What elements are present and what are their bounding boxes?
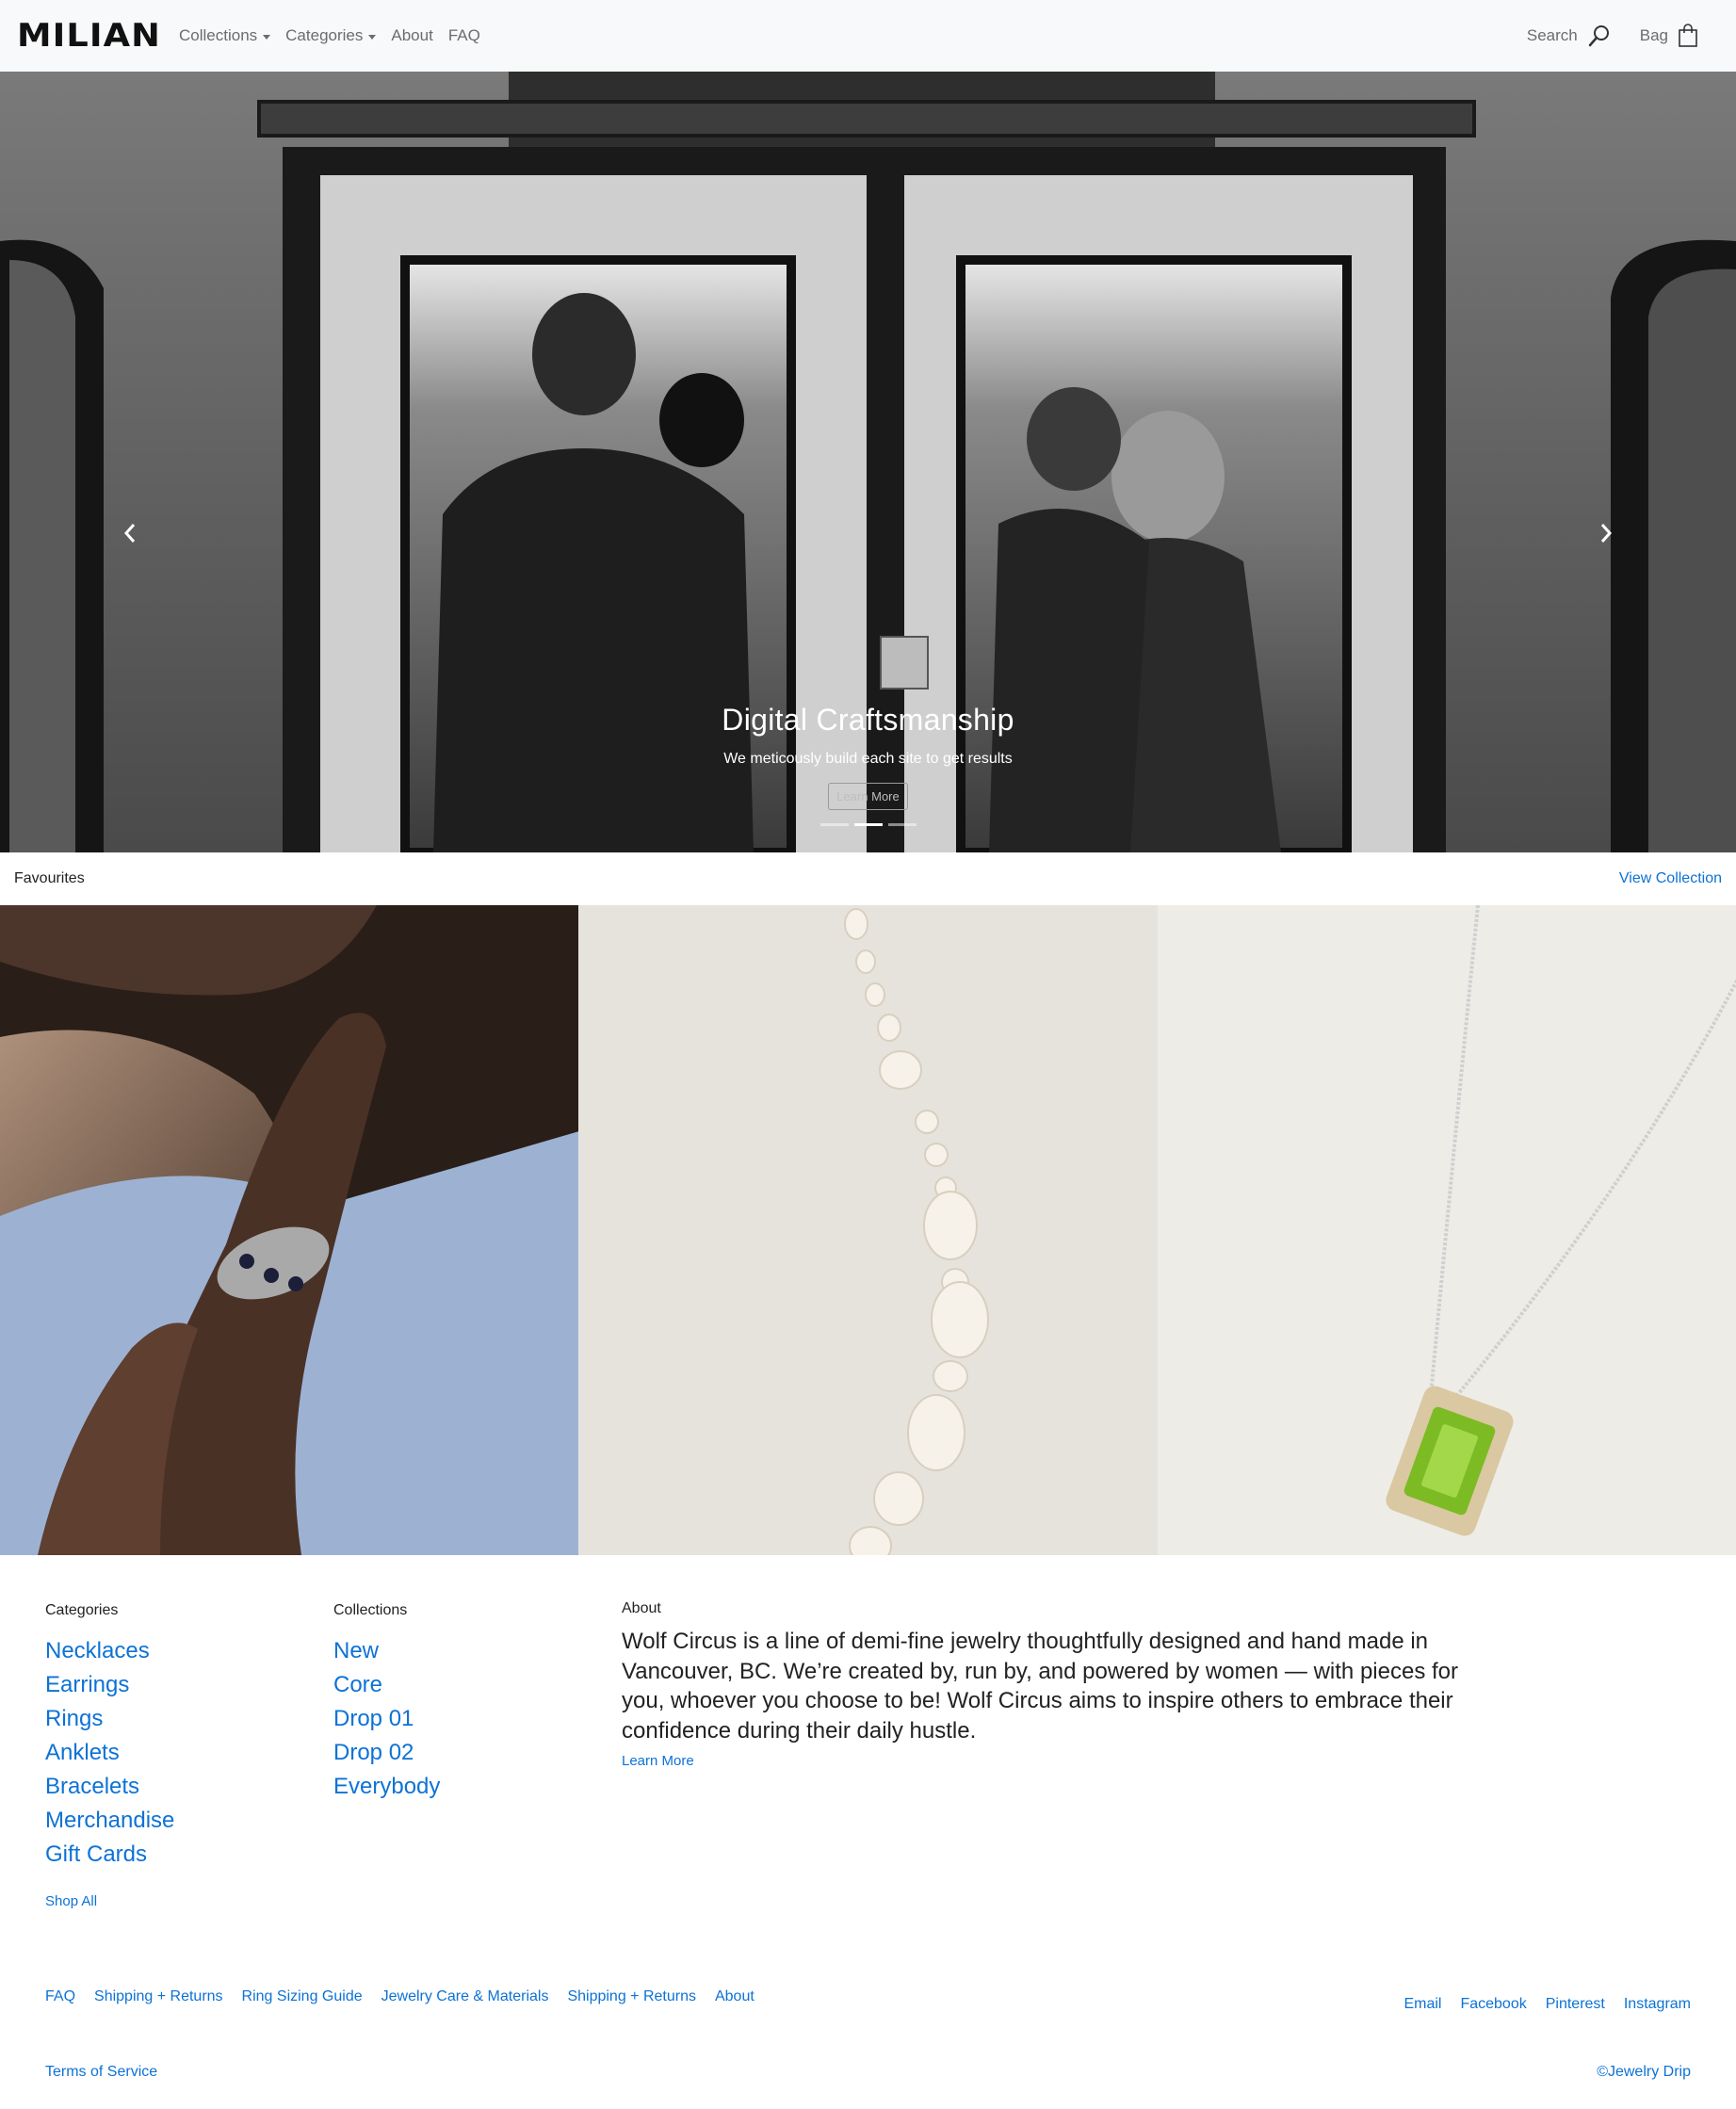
hero-title: Digital Craftsmanship	[722, 703, 1014, 737]
site-footer: Categories Necklaces Earrings Rings Ankl…	[0, 1555, 1736, 2109]
about-learn-more-link[interactable]: Learn More	[622, 1753, 694, 1769]
favourites-title: Favourites	[14, 870, 85, 886]
footer-collection-drop-01[interactable]: Drop 01	[333, 1702, 440, 1736]
product-image-pearl-necklace[interactable]	[578, 905, 1158, 1555]
carousel-indicator-2[interactable]	[853, 823, 883, 826]
social-email-link[interactable]: Email	[1403, 1996, 1441, 2013]
footer-about-text: Wolf Circus is a line of demi-fine jewel…	[622, 1629, 1458, 1744]
caret-down-icon	[263, 34, 271, 40]
favourites-gallery	[0, 905, 1736, 1555]
footer-category-necklaces[interactable]: Necklaces	[45, 1634, 174, 1668]
top-navbar: MILIAN Collections Categories About FAQ …	[0, 0, 1736, 72]
carousel-indicator-1[interactable]	[819, 823, 849, 826]
nav-categories-dropdown[interactable]: Categories	[285, 26, 377, 45]
footer-social-links: Email Facebook Pinterest Instagram	[1403, 1996, 1691, 2013]
footer-collection-new[interactable]: New	[333, 1634, 440, 1668]
footer-category-bracelets[interactable]: Bracelets	[45, 1770, 174, 1804]
carousel-indicators	[0, 823, 1736, 826]
carousel-prev-button[interactable]	[111, 514, 149, 552]
nav-collections-dropdown[interactable]: Collections	[179, 26, 271, 45]
search-label: Search	[1526, 26, 1578, 44]
shopping-bag-icon	[1679, 24, 1697, 47]
footer-category-anklets[interactable]: Anklets	[45, 1736, 174, 1770]
nav-about-link[interactable]: About	[391, 26, 432, 45]
footer-collections-list: New Core Drop 01 Drop 02 Everybody	[333, 1634, 440, 1804]
footer-category-earrings[interactable]: Earrings	[45, 1668, 174, 1702]
footer-category-rings[interactable]: Rings	[45, 1702, 174, 1736]
search-icon	[1588, 25, 1609, 47]
green-pendant-image	[1157, 905, 1736, 1555]
footer-link-shipping-returns-2[interactable]: Shipping + Returns	[567, 1988, 696, 2005]
footer-link-jewelry-care[interactable]: Jewelry Care & Materials	[381, 1988, 549, 2005]
bag-button[interactable]: Bag	[1640, 24, 1698, 48]
view-collection-link[interactable]: View Collection	[1619, 870, 1722, 887]
nav-actions: Search Bag	[1527, 0, 1698, 72]
pearl-necklace-image	[578, 905, 1158, 1555]
product-image-ring[interactable]	[0, 905, 579, 1555]
footer-about-heading: About	[622, 1600, 661, 1616]
favourites-header: Favourites View Collection	[0, 852, 1736, 905]
footer-category-merchandise[interactable]: Merchandise	[45, 1804, 174, 1838]
footer-collections-heading: Collections	[333, 1602, 408, 1618]
copyright-text[interactable]: ©Jewelry Drip	[1597, 2064, 1691, 2081]
footer-collection-drop-02[interactable]: Drop 02	[333, 1736, 440, 1770]
carousel-indicator-3[interactable]	[887, 823, 917, 826]
bag-label: Bag	[1639, 26, 1668, 44]
social-pinterest-link[interactable]: Pinterest	[1546, 1996, 1605, 2013]
terms-of-service-link[interactable]: Terms of Service	[45, 2064, 157, 2081]
footer-link-about[interactable]: About	[715, 1988, 754, 2005]
hero-caption: Digital Craftsmanship We meticously buil…	[0, 703, 1736, 810]
footer-collection-core[interactable]: Core	[333, 1668, 440, 1702]
product-image-green-pendant[interactable]	[1157, 905, 1736, 1555]
social-facebook-link[interactable]: Facebook	[1460, 1996, 1526, 2013]
footer-bottom-links: FAQ Shipping + Returns Ring Sizing Guide…	[45, 1988, 754, 2005]
social-instagram-link[interactable]: Instagram	[1624, 1996, 1691, 2013]
search-button[interactable]: Search	[1527, 24, 1612, 48]
nav-faq-link[interactable]: FAQ	[448, 26, 480, 45]
ring-hand-image	[0, 905, 579, 1555]
footer-link-ring-sizing[interactable]: Ring Sizing Guide	[242, 1988, 363, 2005]
shop-all-link[interactable]: Shop All	[45, 1893, 97, 1909]
caret-down-icon	[368, 34, 377, 40]
footer-category-gift-cards[interactable]: Gift Cards	[45, 1838, 174, 1872]
primary-nav: Collections Categories About FAQ	[179, 0, 495, 72]
carousel-next-button[interactable]	[1587, 514, 1625, 552]
footer-link-shipping-returns[interactable]: Shipping + Returns	[94, 1988, 223, 2005]
hero-learn-more-button[interactable]: Learn More	[828, 783, 908, 810]
nav-collections-label: Collections	[179, 26, 258, 44]
chevron-left-icon	[123, 524, 136, 543]
hero-subtitle: We meticously build each site to get res…	[723, 751, 1013, 767]
footer-categories-list: Necklaces Earrings Rings Anklets Bracele…	[45, 1634, 174, 1872]
hero-carousel: Digital Craftsmanship We meticously buil…	[0, 72, 1736, 852]
footer-collection-everybody[interactable]: Everybody	[333, 1770, 440, 1804]
nav-categories-label: Categories	[285, 26, 364, 44]
footer-categories-heading: Categories	[45, 1602, 119, 1618]
footer-link-faq[interactable]: FAQ	[45, 1988, 75, 2005]
brand-logo[interactable]: MILIAN	[17, 17, 161, 55]
chevron-right-icon	[1600, 524, 1613, 543]
